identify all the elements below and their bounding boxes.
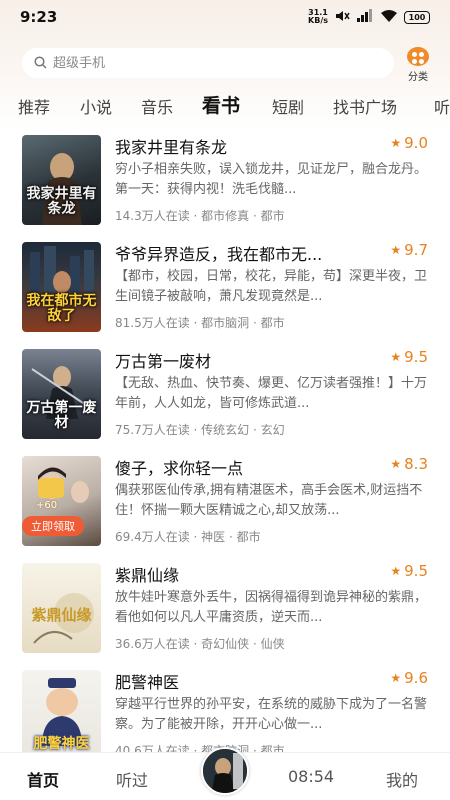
category-button[interactable]: 分类 (402, 47, 434, 83)
book-title: 傻子，求你轻一点 (115, 459, 244, 478)
tab-read[interactable]: 看书 (202, 91, 240, 118)
book-description: 放牛娃叶寒意外丢牛，因祸得福得到诡异神秘的紫鼎，看他如何以凡人平庸资质，逆天而.… (115, 590, 427, 625)
status-icons: 31.1 KB/s 100 (308, 8, 430, 27)
album-cover-icon (203, 749, 247, 793)
bottom-nav: 首页 听过 08:54 我的 (0, 747, 450, 800)
search-input[interactable] (53, 55, 353, 71)
claim-button[interactable]: 立即领取 (22, 516, 84, 536)
book-rating: ★ 9.5 (390, 562, 428, 580)
cover-title: 我在都市无敌了 (26, 293, 97, 324)
book-meta: 75.7万人在读 · 传统玄幻 · 玄幻 (115, 423, 285, 437)
search-bar[interactable] (22, 48, 394, 78)
book-description: 【都市，校园，日常，校花，异能，苟】深更半夜，卫生间镜子被敲响，萧凡发现竟然是.… (115, 269, 427, 304)
cover-title: 肥警神医 (33, 736, 90, 752)
rating-value: 9.0 (404, 134, 428, 152)
rating-value: 9.7 (404, 241, 428, 259)
book-description: 穷小子相亲失败，误入锁龙井，见证龙尸，融合龙丹。 第一天：获得内视！洗毛伐髓..… (115, 162, 427, 197)
status-bar: 9:23 31.1 KB/s 100 (0, 0, 450, 34)
cover-title: 万古第一废材 (26, 400, 97, 431)
book-rating: ★ 8.3 (390, 455, 428, 473)
tab-book-square[interactable]: 找书广场 (333, 94, 397, 118)
book-rating: ★ 9.0 (390, 134, 428, 152)
book-description: 偶获邪医仙传承,拥有精湛医术，高手会医术,财运挡不住！怀揣一颗大医精诚之心,却又… (115, 483, 423, 518)
nav-listened[interactable]: 听过 (116, 767, 148, 791)
rating-value: 9.6 (404, 669, 428, 687)
tab-listen[interactable]: 听 (434, 94, 450, 118)
network-speed-unit: KB/s (308, 16, 328, 25)
now-playing-button[interactable] (201, 747, 249, 795)
book-title: 我家井里有条龙 (115, 138, 228, 157)
sleep-timer[interactable]: 08:54 (288, 767, 334, 786)
network-speed: 31.1 KB/s (308, 9, 328, 25)
mute-icon (334, 8, 350, 27)
rating-value: 9.5 (404, 348, 428, 366)
book-title: 紫鼎仙缘 (115, 566, 180, 585)
book-cover: 紫鼎仙缘 (22, 563, 101, 653)
book-item[interactable]: +60 立即领取 傻子，求你轻一点 ★ 8.3 偶获邪医仙传承,拥有精湛医术，高手… (0, 451, 450, 551)
book-meta: 14.3万人在读 · 都市修真 · 都市 (115, 209, 285, 223)
book-meta: 36.6万人在读 · 奇幻仙侠 · 仙侠 (115, 637, 285, 651)
star-icon: ★ (390, 136, 402, 150)
tab-recommend[interactable]: 推荐 (18, 94, 50, 118)
book-meta: 69.4万人在读 · 神医 · 都市 (115, 530, 261, 544)
book-cover: 我家井里有条龙 (22, 135, 101, 225)
rating-value: 9.5 (404, 562, 428, 580)
star-icon: ★ (390, 671, 402, 685)
search-icon (34, 54, 47, 73)
battery-icon: 100 (404, 10, 430, 24)
star-icon: ★ (390, 243, 402, 257)
tab-novel[interactable]: 小说 (80, 94, 112, 118)
signal-icon (356, 8, 374, 27)
cover-title: 我家井里有条龙 (26, 186, 97, 217)
nav-mine[interactable]: 我的 (386, 767, 418, 791)
book-item[interactable]: 紫鼎仙缘 紫鼎仙缘 ★ 9.5 放牛娃叶寒意外丢牛，因祸得福得到诡异神秘的紫鼎，看… (0, 558, 450, 658)
book-item[interactable]: 我在都市无敌了 爷爷异界造反，我在都市无... ★ 9.7 【都市，校园，日常，校… (0, 237, 450, 337)
book-cover: 我在都市无敌了 (22, 242, 101, 332)
book-rating: ★ 9.5 (390, 348, 428, 366)
star-icon: ★ (390, 564, 402, 578)
book-description: 穿越平行世界的孙平安，在系统的威胁下成为了一名警察。为了能被开除，开开心心做一.… (115, 697, 427, 732)
book-item[interactable]: 万古第一废材 万古第一废材 ★ 9.5 【无敌、热血、快节奏、爆更、亿万读者强推！… (0, 344, 450, 444)
star-icon: ★ (390, 457, 402, 471)
star-icon: ★ (390, 350, 402, 364)
book-rating: ★ 9.7 (390, 241, 428, 259)
grid-icon (407, 47, 429, 66)
tab-short-drama[interactable]: 短剧 (272, 94, 304, 118)
coin-icon (38, 478, 64, 498)
rating-value: 8.3 (404, 455, 428, 473)
wifi-icon (380, 8, 398, 27)
book-description: 【无敌、热血、快节奏、爆更、亿万读者强推！】十万年前，人人如龙，皆可修炼武道..… (115, 376, 427, 411)
book-title: 肥警神医 (115, 673, 180, 692)
book-title: 爷爷异界造反，我在都市无... (115, 245, 323, 264)
coin-amount: +60 (36, 500, 58, 511)
channel-tabs: 推荐 小说 音乐 看书 短剧 找书广场 听 (0, 90, 450, 120)
book-cover: 万古第一废材 (22, 349, 101, 439)
nav-home[interactable]: 首页 (27, 767, 59, 791)
book-title: 万古第一废材 (115, 352, 212, 371)
book-meta: 81.5万人在读 · 都市脑洞 · 都市 (115, 316, 285, 330)
reward-overlay[interactable]: +60 立即领取 (22, 478, 84, 550)
book-cover: 肥警神医 (22, 670, 101, 760)
category-label: 分类 (408, 72, 428, 83)
tab-music[interactable]: 音乐 (141, 94, 173, 118)
book-rating: ★ 9.6 (390, 669, 428, 687)
status-time: 9:23 (20, 8, 58, 26)
book-item[interactable]: 我家井里有条龙 我家井里有条龙 ★ 9.0 穷小子相亲失败，误入锁龙井，见证龙尸，… (0, 130, 450, 230)
cover-title: 紫鼎仙缘 (31, 606, 92, 624)
